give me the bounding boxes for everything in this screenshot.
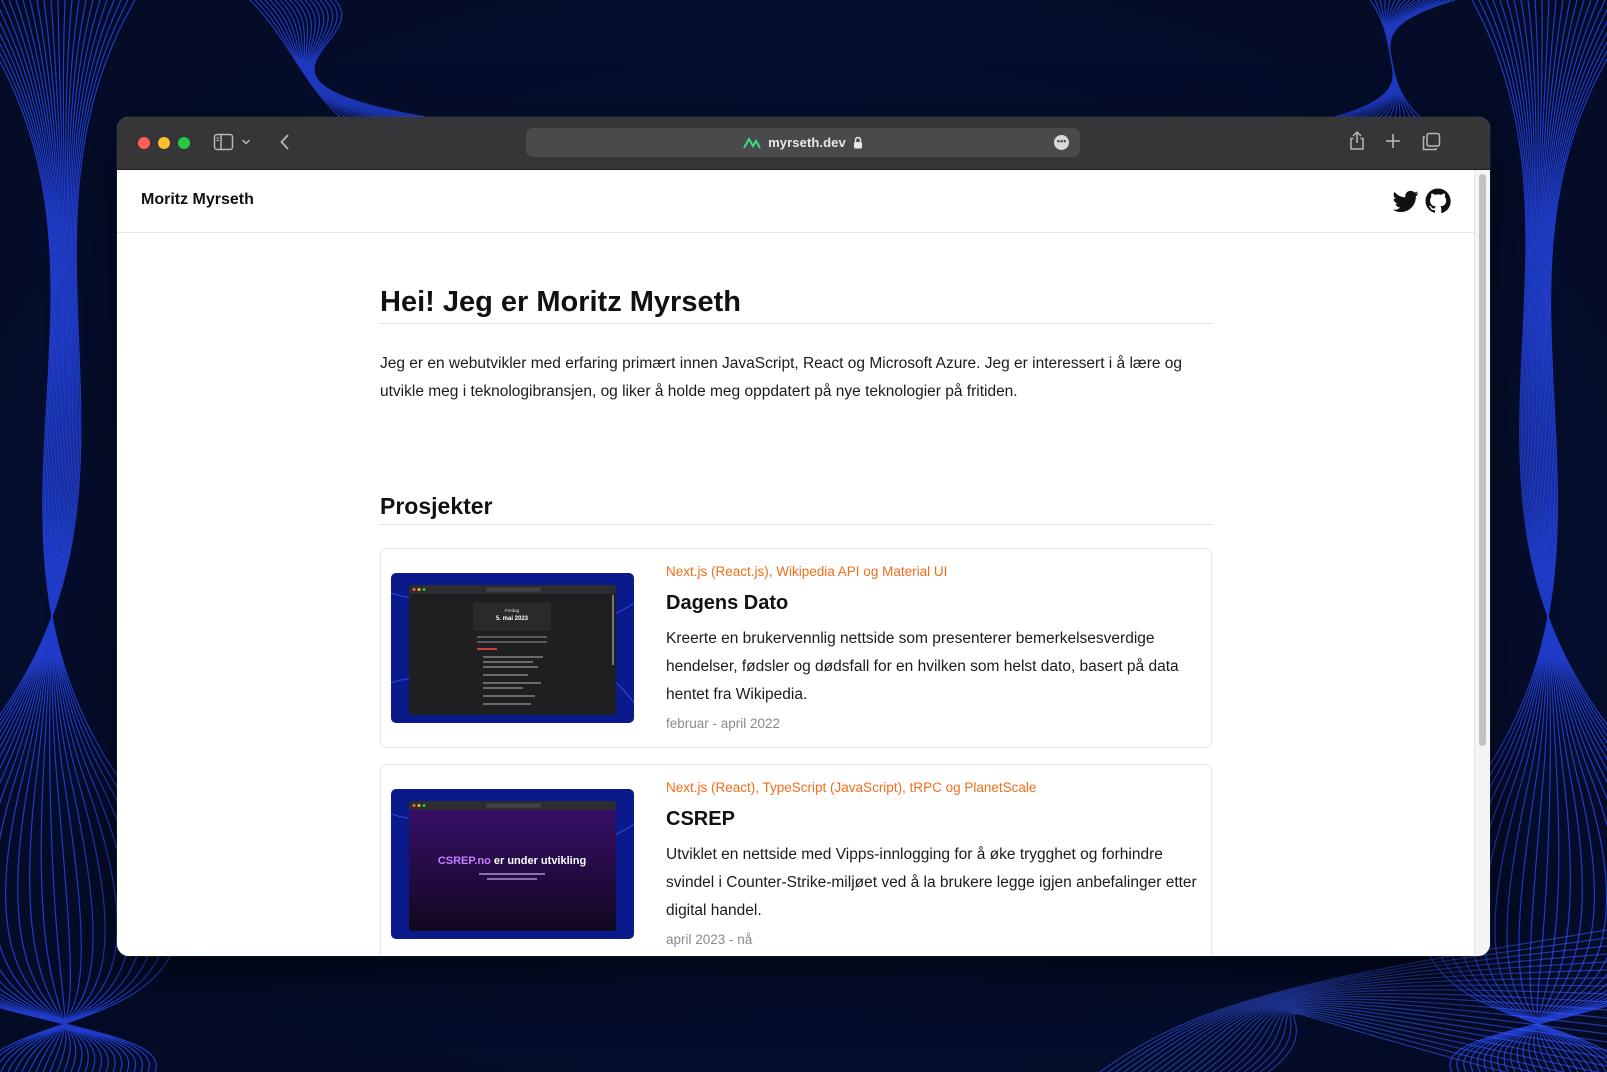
back-arrow-icon[interactable] (279, 133, 291, 151)
share-icon[interactable] (1348, 129, 1366, 151)
lock-icon (853, 136, 862, 149)
project-title[interactable]: Dagens Dato (666, 592, 788, 615)
chevron-down-icon[interactable] (241, 138, 251, 146)
address-bar[interactable]: myrseth.dev ••• (526, 128, 1080, 157)
plus-icon[interactable] (1385, 133, 1401, 149)
project-card[interactable]: Fredag 5. mai 2023 Next.js (React.js), W… (380, 548, 1212, 748)
ellipsis-icon[interactable]: ••• (1054, 135, 1069, 150)
sidebar-icon[interactable] (213, 132, 234, 152)
thumb-day: Fredag (505, 608, 520, 613)
zoom-window-button[interactable] (178, 137, 190, 149)
project-description: Kreerte en brukervennlig nettside som pr… (666, 630, 1179, 703)
close-window-button[interactable] (138, 137, 150, 149)
project-title[interactable]: CSREP (666, 808, 735, 831)
page-title: Hei! Jeg er Moritz Myrseth (380, 286, 1212, 324)
projects-heading: Prosjekter (380, 493, 1212, 525)
project-date: februar - april 2022 (666, 716, 781, 731)
thumb-status: er under utvikling (491, 855, 586, 867)
project-tech-tags: Next.js (React.js), Wikipedia API og Mat… (666, 564, 948, 579)
scrollbar-thumb[interactable] (1479, 174, 1486, 746)
browser-window: myrseth.dev ••• Moritz Myrseth Hei! Jeg … (117, 117, 1490, 956)
project-screenshot: CSREP.no er under utvikling (391, 789, 634, 939)
page-content: Moritz Myrseth Hei! Jeg er Moritz Myrset… (117, 170, 1475, 956)
minimize-window-button[interactable] (158, 137, 170, 149)
browser-toolbar: myrseth.dev ••• (117, 117, 1490, 170)
url-text: myrseth.dev (768, 135, 846, 150)
mountain-icon (743, 136, 762, 148)
project-description: Utviklet en nettside med Vipps-innloggin… (666, 846, 1197, 919)
thumb-brand: CSREP.no (438, 855, 491, 867)
tab-overview-icon[interactable] (1422, 132, 1441, 151)
project-screenshot: Fredag 5. mai 2023 (391, 573, 634, 723)
github-icon[interactable] (1425, 188, 1451, 214)
site-header: Moritz Myrseth (117, 170, 1475, 233)
site-brand[interactable]: Moritz Myrseth (141, 191, 254, 209)
thumb-headline: CSREP.no er under utvikling (438, 855, 586, 867)
thumb-date: 5. mai 2023 (496, 616, 529, 622)
twitter-icon[interactable] (1393, 188, 1419, 214)
intro-paragraph: Jeg er en webutvikler med erfaring primæ… (380, 355, 1183, 400)
project-date: april 2023 - nå (666, 932, 753, 947)
project-card[interactable]: CSREP.no er under utvikling Next.js (Rea… (380, 764, 1212, 956)
project-tech-tags: Next.js (React), TypeScript (JavaScript)… (666, 780, 1037, 795)
